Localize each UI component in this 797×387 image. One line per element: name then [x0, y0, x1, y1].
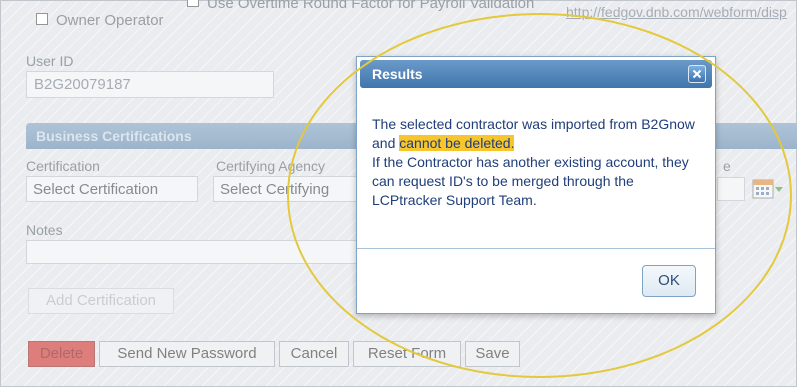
message-highlight: cannot be deleted.: [399, 135, 515, 151]
message-text-2: If the Contractor has another existing a…: [372, 154, 689, 208]
dialog-divider: [357, 248, 715, 249]
close-icon[interactable]: [688, 65, 706, 83]
ok-button[interactable]: OK: [642, 265, 696, 297]
results-dialog: Results The selected contractor was impo…: [356, 56, 716, 314]
dialog-title: Results: [372, 66, 423, 82]
dialog-message: The selected contractor was imported fro…: [372, 115, 702, 210]
dialog-titlebar: Results: [360, 60, 712, 88]
